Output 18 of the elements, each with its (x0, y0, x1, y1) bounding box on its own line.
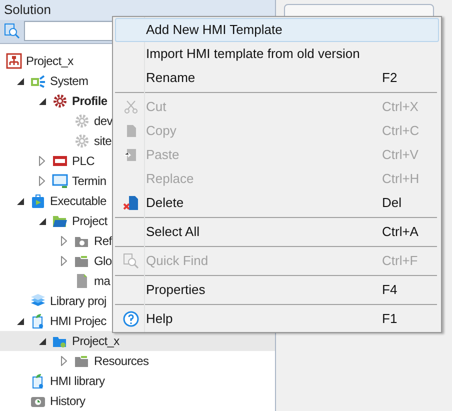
tree-label: Project_x (26, 53, 74, 70)
tree-label: ma (94, 273, 110, 290)
tree-label: Executable (50, 193, 106, 210)
tree-label: Project (72, 213, 108, 230)
tree-label: site (94, 133, 112, 150)
tree-label: Ref (94, 233, 112, 250)
tree-label: Profile (72, 93, 108, 110)
tree-label: History (50, 393, 86, 410)
tree-label: dev (94, 113, 112, 130)
tree-label: Project_x (72, 333, 120, 350)
tree-label: PLC (72, 153, 94, 170)
tree-label: Library proj (50, 293, 106, 310)
tree-label: System (50, 73, 88, 90)
tree-label: Glo (94, 253, 112, 270)
tree-label: Resources (94, 353, 149, 370)
tree-label: HMI library (50, 373, 105, 390)
tree-label: Termin (72, 173, 106, 190)
tree-label: HMI Projec (50, 313, 106, 330)
